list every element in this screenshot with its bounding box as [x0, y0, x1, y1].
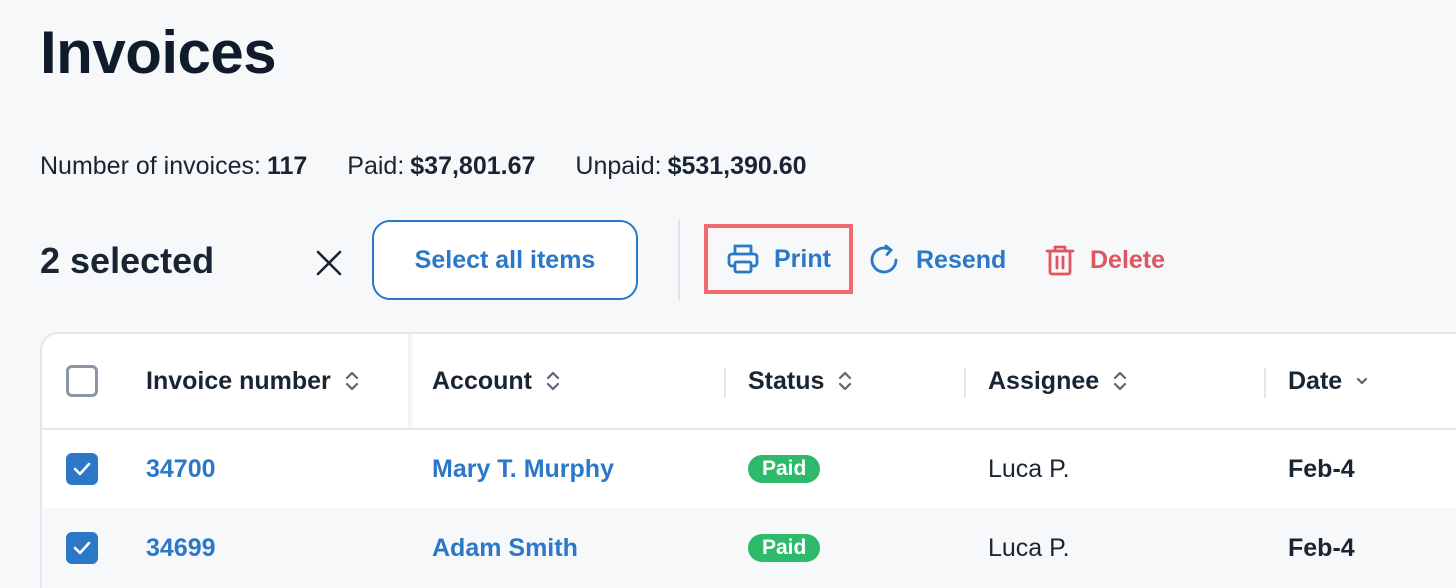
- column-divider: [724, 368, 726, 398]
- table-row[interactable]: 34699 Adam Smith Paid Luca P. Feb-4: [42, 508, 1456, 588]
- account-link[interactable]: Mary T. Murphy: [432, 430, 614, 508]
- stat-invoice-count: Number of invoices: 117: [40, 152, 307, 181]
- sort-icon: [546, 371, 560, 391]
- page-title: Invoices: [40, 19, 277, 86]
- status-cell: Paid: [748, 508, 821, 588]
- delete-button[interactable]: Delete: [1044, 220, 1165, 300]
- stat-value: $37,801.67: [410, 152, 536, 180]
- column-header-status[interactable]: Status: [748, 334, 852, 428]
- clear-selection-button[interactable]: [314, 248, 344, 278]
- column-header-label: Account: [432, 366, 532, 395]
- column-header-label: Invoice number: [146, 366, 331, 395]
- assignee-cell: Luca P.: [988, 533, 1070, 562]
- column-header-date[interactable]: Date: [1288, 334, 1368, 428]
- column-header-label: Status: [748, 366, 825, 395]
- column-divider: [964, 368, 966, 398]
- selected-count: 2 selected: [40, 240, 215, 281]
- checkmark-icon: [73, 462, 91, 476]
- column-header-label: Date: [1288, 366, 1343, 395]
- stat-label: Paid:: [347, 152, 405, 180]
- resend-label: Resend: [916, 245, 1007, 274]
- invoices-page: Invoices Number of invoices: 117 Paid: $37…: [0, 0, 1456, 588]
- status-badge: Paid: [748, 534, 821, 562]
- row-checkbox[interactable]: [66, 453, 98, 485]
- checkmark-icon: [73, 541, 91, 555]
- column-header-label: Assignee: [988, 366, 1100, 395]
- column-header-invoice-number[interactable]: Invoice number: [146, 334, 359, 428]
- column-header-assignee[interactable]: Assignee: [988, 334, 1127, 428]
- sort-icon: [345, 371, 358, 391]
- row-checkbox[interactable]: [66, 532, 98, 564]
- invoice-stats: Number of invoices: 117 Paid: $37,801.67 U…: [40, 152, 807, 181]
- stat-label: Number of invoices:: [40, 152, 261, 180]
- toolbar-divider: [678, 220, 680, 300]
- bulk-action-bar: 2 selected Select all items Print Resend: [40, 220, 1440, 300]
- resend-button[interactable]: Resend: [866, 220, 1006, 300]
- stat-paid: Paid: $37,801.67: [347, 152, 535, 181]
- stat-value: 117: [266, 152, 308, 180]
- refresh-icon: [870, 244, 898, 274]
- invoice-number-link[interactable]: 34699: [146, 508, 216, 588]
- stat-unpaid: Unpaid: $531,390.60: [575, 152, 806, 181]
- row-checkbox-cell: [66, 430, 106, 508]
- header-checkbox-cell: [66, 334, 106, 428]
- invoice-number-link[interactable]: 34700: [146, 430, 216, 508]
- stat-value: $531,390.60: [667, 152, 807, 180]
- row-checkbox-cell: [66, 508, 106, 588]
- select-all-checkbox[interactable]: [66, 365, 98, 397]
- stat-label: Unpaid:: [575, 152, 662, 180]
- close-icon: [316, 250, 342, 276]
- invoices-table: Invoice number Account Status Assignee D…: [40, 332, 1456, 588]
- trash-icon: [1045, 245, 1075, 276]
- print-button[interactable]: Print: [704, 224, 853, 294]
- status-badge: Paid: [748, 455, 821, 483]
- chevron-down-icon: [1357, 377, 1368, 385]
- delete-label: Delete: [1090, 245, 1166, 274]
- date-cell: Feb-4: [1288, 454, 1355, 483]
- assignee-cell: Luca P.: [988, 454, 1070, 483]
- date-cell: Feb-4: [1288, 533, 1355, 562]
- column-divider: [1264, 368, 1266, 398]
- print-label: Print: [774, 244, 831, 273]
- table-row[interactable]: 34700 Mary T. Murphy Paid Luca P. Feb-4: [42, 430, 1456, 508]
- select-all-items-button[interactable]: Select all items: [372, 220, 638, 300]
- sort-icon: [839, 371, 852, 391]
- table-header-row: Invoice number Account Status Assignee D…: [42, 334, 1456, 430]
- sort-icon: [1114, 371, 1127, 391]
- account-link[interactable]: Adam Smith: [432, 508, 578, 588]
- printer-icon: [727, 244, 759, 274]
- status-cell: Paid: [748, 430, 821, 508]
- column-header-account[interactable]: Account: [432, 334, 560, 428]
